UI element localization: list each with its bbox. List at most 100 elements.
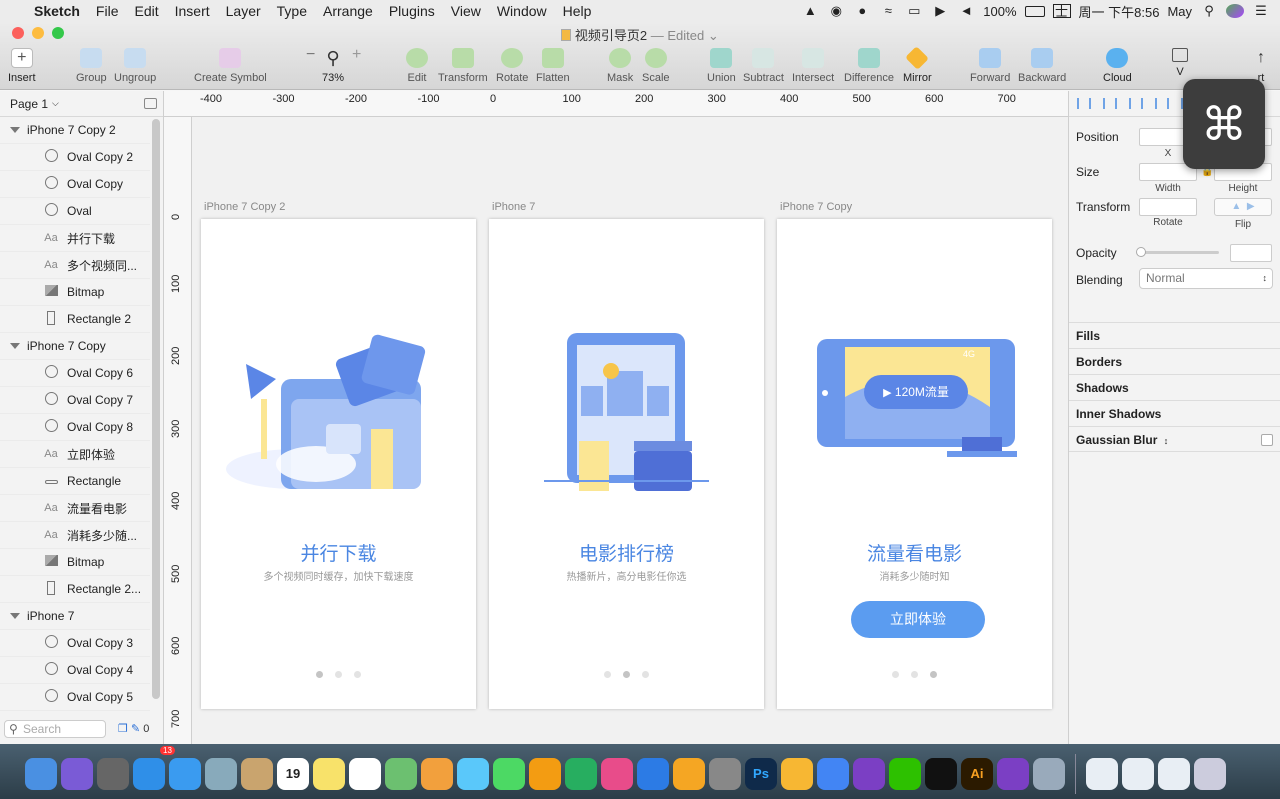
menu-insert[interactable]: Insert — [167, 3, 218, 19]
flatten-button[interactable]: Flatten — [536, 48, 570, 84]
wechat-tray-icon[interactable]: ● — [853, 4, 871, 18]
edit-button[interactable]: Edit — [406, 48, 428, 84]
layer-search-input[interactable]: ⚲ Search — [4, 720, 106, 738]
layer-row[interactable]: Oval Copy — [0, 171, 150, 198]
dock-photoshop-icon[interactable]: Ps — [745, 757, 777, 790]
subtract-button[interactable]: Subtract — [743, 48, 784, 84]
menu-arrange[interactable]: Arrange — [315, 3, 381, 19]
play-icon[interactable]: ▶ — [931, 4, 949, 18]
difference-button[interactable]: Difference — [844, 48, 894, 84]
layer-row[interactable]: Aa 流量看电影 — [0, 495, 150, 522]
dock-preview-icon[interactable] — [205, 757, 237, 790]
menu-edit[interactable]: Edit — [126, 3, 166, 19]
horizontal-ruler[interactable]: -400 -300 -200 -100 0 100 200 300 400 500 600 700 — [164, 91, 1068, 117]
dock-notes-icon[interactable] — [313, 757, 345, 790]
align-left-icon[interactable] — [1129, 98, 1143, 109]
artboard-data-movie[interactable]: ▶ 120M流量 4G 流量看电影 消耗多少随时知 立即体验 — [777, 219, 1052, 709]
layer-row[interactable]: Bitmap — [0, 279, 150, 306]
mask-button[interactable]: Mask — [607, 48, 633, 84]
canvas[interactable]: iPhone 7 Copy 2 并行下载 多个视频同时缓存，加快下载速度 iPh… — [192, 117, 1068, 744]
dock-sketch-icon[interactable] — [781, 757, 813, 790]
bell-icon[interactable]: ▲ — [801, 4, 819, 18]
layer-group-row[interactable]: iPhone 7 Copy 2 — [0, 117, 150, 144]
shadows-section[interactable]: Shadows — [1069, 374, 1280, 400]
artboard-parallel-download[interactable]: 并行下载 多个视频同时缓存，加快下载速度 — [201, 219, 476, 709]
dock-ibooks-icon[interactable] — [673, 757, 705, 790]
layer-row[interactable]: Aa 多个视频同... — [0, 252, 150, 279]
layer-row[interactable]: Aa 并行下载 — [0, 225, 150, 252]
layer-row[interactable]: Aa 消耗多少随... — [0, 522, 150, 549]
rotate-button[interactable]: Rotate — [496, 48, 528, 84]
opacity-slider[interactable] — [1136, 247, 1219, 257]
artboard-label[interactable]: iPhone 7 — [492, 201, 535, 213]
layer-row[interactable]: Rectangle 2 — [0, 306, 150, 333]
spotlight-icon[interactable]: ⚲ — [1200, 4, 1218, 18]
opacity-slider-knob[interactable] — [1136, 247, 1146, 257]
dock-maps-icon[interactable] — [385, 757, 417, 790]
zoom-in-button[interactable]: + — [352, 46, 361, 64]
disclosure-triangle-icon[interactable] — [10, 127, 20, 133]
dock-reminders-icon[interactable] — [349, 757, 381, 790]
flip-horizontal-icon[interactable]: ▲ — [1231, 201, 1241, 212]
vertical-ruler[interactable]: 0 100 200 300 400 500 600 700 — [164, 117, 192, 744]
dock-finder-icon[interactable] — [25, 757, 57, 790]
flip-vertical-icon[interactable]: ▶ — [1247, 201, 1255, 212]
layer-row[interactable]: Oval Copy 5 — [0, 684, 150, 711]
mirror-button[interactable]: Mirror — [903, 46, 932, 84]
cloud-button[interactable]: Cloud — [1103, 48, 1132, 84]
opacity-field[interactable] — [1230, 244, 1272, 262]
dock-messages-icon[interactable] — [457, 757, 489, 790]
dock-calendar-icon[interactable]: 19 — [277, 757, 309, 790]
disclosure-triangle-icon[interactable] — [10, 343, 20, 349]
disclosure-triangle-icon[interactable] — [10, 613, 20, 619]
align-center-icon[interactable] — [1155, 98, 1169, 109]
creative-cloud-icon[interactable]: ◉ — [827, 4, 845, 18]
forward-button[interactable]: Forward — [970, 48, 1010, 84]
menu-help[interactable]: Help — [555, 3, 600, 19]
dock-photos-icon[interactable] — [421, 757, 453, 790]
clock[interactable]: 周一 下午8:56 — [1079, 2, 1160, 21]
dock-illustrator-icon[interactable]: Ai — [961, 757, 993, 790]
layer-row[interactable]: Oval Copy 3 — [0, 630, 150, 657]
dock-image-capture-icon[interactable] — [1033, 757, 1065, 790]
dock-app-store-icon[interactable] — [133, 757, 165, 790]
input-method-icon[interactable]: 士 — [1052, 4, 1071, 19]
layer-row[interactable]: Oval Copy 8 — [0, 414, 150, 441]
copy-icon[interactable]: ❐ — [118, 723, 128, 735]
union-button[interactable]: Union — [707, 48, 736, 84]
artboard-label[interactable]: iPhone 7 Copy 2 — [204, 201, 285, 213]
inner-shadows-section[interactable]: Inner Shadows — [1069, 400, 1280, 426]
distribute-horizontal-icon[interactable] — [1077, 98, 1091, 109]
layer-row[interactable]: Oval Copy 4 — [0, 657, 150, 684]
ungroup-button[interactable]: Ungroup — [114, 48, 156, 84]
layer-row[interactable]: Rectangle 2... — [0, 576, 150, 603]
notification-center-icon[interactable]: ☰ — [1252, 4, 1270, 18]
menu-layer[interactable]: Layer — [218, 3, 269, 19]
volume-icon[interactable]: ◄ — [957, 4, 975, 18]
dock-pixso-icon[interactable] — [853, 757, 885, 790]
rotate-field[interactable] — [1139, 198, 1197, 216]
menu-plugins[interactable]: Plugins — [381, 3, 443, 19]
siri-icon[interactable] — [1226, 4, 1244, 18]
dock-numbers-icon[interactable] — [565, 757, 597, 790]
layer-row[interactable]: Oval Copy 7 — [0, 387, 150, 414]
chevron-updown-icon[interactable]: ↕ — [1164, 436, 1169, 446]
flip-buttons[interactable]: ▲ ▶ — [1214, 198, 1272, 216]
intersect-button[interactable]: Intersect — [792, 48, 834, 84]
dock-screenshot-icon[interactable] — [1158, 757, 1190, 790]
dock-chrome-icon[interactable] — [817, 757, 849, 790]
menu-window[interactable]: Window — [489, 3, 555, 19]
battery-icon[interactable] — [1024, 5, 1045, 17]
artboard-label[interactable]: iPhone 7 Copy — [780, 201, 852, 213]
fills-section[interactable]: Fills — [1069, 322, 1280, 348]
blending-select[interactable]: Normal ↕ — [1139, 268, 1273, 289]
layer-row[interactable]: Bitmap — [0, 549, 150, 576]
dock-system-preferences-icon[interactable] — [709, 757, 741, 790]
dock-contacts-icon[interactable] — [241, 757, 273, 790]
dock-safari-icon[interactable] — [169, 757, 201, 790]
transform-button[interactable]: Transform — [438, 48, 488, 84]
try-now-button[interactable]: 立即体验 — [851, 601, 985, 638]
dock-wechat-icon[interactable] — [889, 757, 921, 790]
gaussian-blur-section[interactable]: Gaussian Blur ↕ — [1069, 426, 1280, 452]
layer-row[interactable]: Aa 立即体验 — [0, 441, 150, 468]
